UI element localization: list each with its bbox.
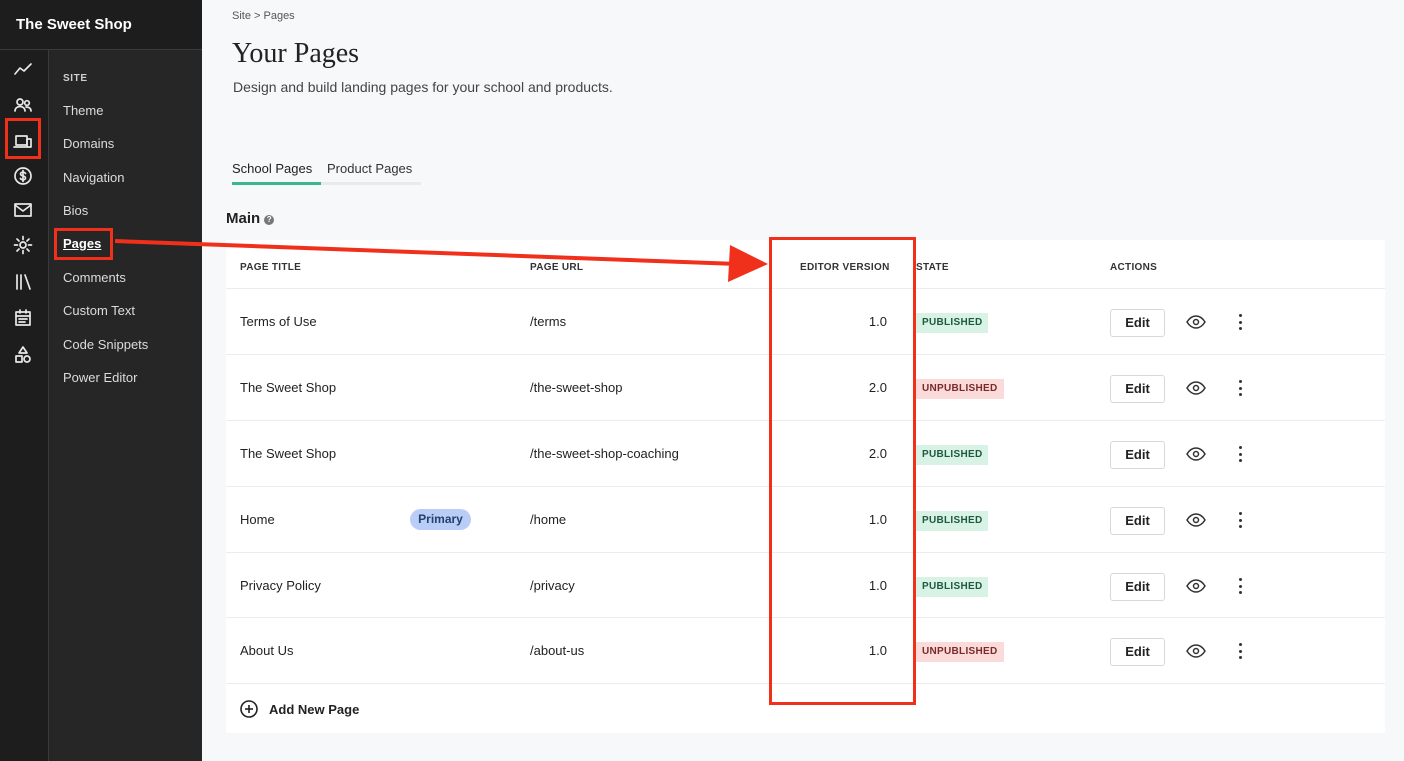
brand-bar: The Sweet Shop (0, 0, 202, 50)
page-title-cell: The Sweet Shop (240, 380, 337, 395)
plus-circle-icon (240, 700, 258, 718)
school-name[interactable]: The Sweet Shop (16, 16, 132, 33)
page-title-cell: About Us (240, 643, 294, 658)
edit-button[interactable]: Edit (1110, 573, 1165, 601)
more-options-icon[interactable] (1231, 577, 1249, 595)
more-options-icon[interactable] (1231, 445, 1249, 463)
primary-badge: Primary (410, 509, 471, 530)
breadcrumb[interactable]: Site > Pages (232, 10, 295, 22)
preview-eye-icon[interactable] (1186, 446, 1206, 462)
state-badge: UNPUBLISHED (916, 379, 1004, 399)
col-header-page-title: PAGE TITLE (240, 262, 302, 273)
table-row: Terms of Use /terms 1.0 PUBLISHED Edit (226, 288, 1385, 354)
subnav-heading: SITE (63, 73, 88, 84)
more-options-icon[interactable] (1231, 313, 1249, 331)
state-badge: PUBLISHED (916, 313, 989, 333)
col-header-actions: ACTIONS (1110, 262, 1158, 273)
section-title: Main? (226, 210, 275, 227)
more-options-icon[interactable] (1231, 379, 1249, 397)
editor-version-cell: 1.0 (868, 643, 887, 658)
page-title-cell: Terms of Use (240, 314, 317, 329)
page-url-cell: /the-sweet-shop-coaching (530, 446, 679, 461)
subnav-item-navigation[interactable]: Navigation (63, 170, 124, 185)
editor-version-cell: 2.0 (868, 446, 887, 461)
editor-version-cell: 2.0 (868, 380, 887, 395)
more-options-icon[interactable] (1231, 642, 1249, 660)
library-icon[interactable] (11, 270, 35, 294)
editor-version-cell: 1.0 (868, 512, 887, 527)
subnav-item-comments[interactable]: Comments (63, 270, 126, 285)
table-row: About Us /about-us 1.0 UNPUBLISHED Edit (226, 617, 1385, 683)
table-row: The Sweet Shop /the-sweet-shop-coaching … (226, 420, 1385, 486)
col-header-editor-version: EDITOR VERSION (800, 262, 890, 273)
more-options-icon[interactable] (1231, 511, 1249, 529)
edit-button[interactable]: Edit (1110, 638, 1165, 666)
preview-eye-icon[interactable] (1186, 380, 1206, 396)
analytics-icon[interactable] (11, 57, 35, 81)
page-url-cell: /terms (530, 314, 567, 329)
page-title-cell: Privacy Policy (240, 578, 321, 593)
state-badge: UNPUBLISHED (916, 642, 1004, 662)
email-icon[interactable] (11, 198, 35, 222)
settings-icon[interactable] (11, 233, 35, 257)
section-title-text: Main (226, 210, 261, 227)
subnav-item-domains[interactable]: Domains (63, 136, 114, 151)
calendar-icon[interactable] (11, 306, 35, 330)
state-badge: PUBLISHED (916, 445, 989, 465)
users-icon[interactable] (11, 93, 35, 117)
page-subtitle: Design and build landing pages for your … (233, 79, 613, 95)
sales-icon[interactable] (11, 164, 35, 188)
state-badge: PUBLISHED (916, 577, 989, 597)
site-devices-icon[interactable] (11, 130, 35, 154)
editor-version-cell: 1.0 (868, 314, 887, 329)
edit-button[interactable]: Edit (1110, 507, 1165, 535)
page-title-cell: Home (240, 512, 275, 527)
subnav-item-code-snippets[interactable]: Code Snippets (63, 337, 148, 352)
site-subnav: SITE Theme Domains Navigation Bios Pages… (48, 50, 202, 761)
table-row: The Sweet Shop /the-sweet-shop 2.0 UNPUB… (226, 354, 1385, 420)
page-title-cell: The Sweet Shop (240, 446, 337, 461)
subnav-item-bios[interactable]: Bios (63, 203, 88, 218)
table-row: Privacy Policy /privacy 1.0 PUBLISHED Ed… (226, 552, 1385, 618)
preview-eye-icon[interactable] (1186, 512, 1206, 528)
preview-eye-icon[interactable] (1186, 314, 1206, 330)
col-header-page-url: PAGE URL (530, 262, 584, 273)
edit-button[interactable]: Edit (1110, 375, 1165, 403)
help-icon[interactable]: ? (264, 215, 275, 225)
pages-table: PAGE TITLE PAGE URL EDITOR VERSION STATE… (226, 240, 1385, 733)
col-header-state: STATE (916, 262, 949, 273)
subnav-item-power-editor[interactable]: Power Editor (63, 370, 137, 385)
table-row: Home Primary /home 1.0 PUBLISHED Edit (226, 486, 1385, 552)
tab-school-pages[interactable]: School Pages (232, 159, 321, 185)
subnav-item-theme[interactable]: Theme (63, 103, 103, 118)
page-url-cell: /about-us (530, 643, 585, 658)
preview-eye-icon[interactable] (1186, 578, 1206, 594)
main-content: Site > Pages Your Pages Design and build… (202, 0, 1404, 761)
page-url-cell: /home (530, 512, 567, 527)
subnav-item-custom-text[interactable]: Custom Text (63, 303, 135, 318)
add-new-page-label: Add New Page (269, 702, 360, 717)
page-tabs: School Pages Product Pages (232, 159, 421, 185)
tab-product-pages[interactable]: Product Pages (321, 159, 421, 185)
state-badge: PUBLISHED (916, 511, 989, 531)
add-new-page-button[interactable]: Add New Page (226, 683, 1385, 733)
edit-button[interactable]: Edit (1110, 441, 1165, 469)
page-url-cell: /the-sweet-shop (530, 380, 623, 395)
preview-eye-icon[interactable] (1186, 643, 1206, 659)
editor-version-cell: 1.0 (868, 578, 887, 593)
page-url-cell: /privacy (530, 578, 575, 593)
shapes-icon[interactable] (11, 343, 35, 367)
subnav-item-pages[interactable]: Pages (63, 236, 101, 251)
page-title: Your Pages (232, 38, 360, 69)
edit-button[interactable]: Edit (1110, 309, 1165, 337)
